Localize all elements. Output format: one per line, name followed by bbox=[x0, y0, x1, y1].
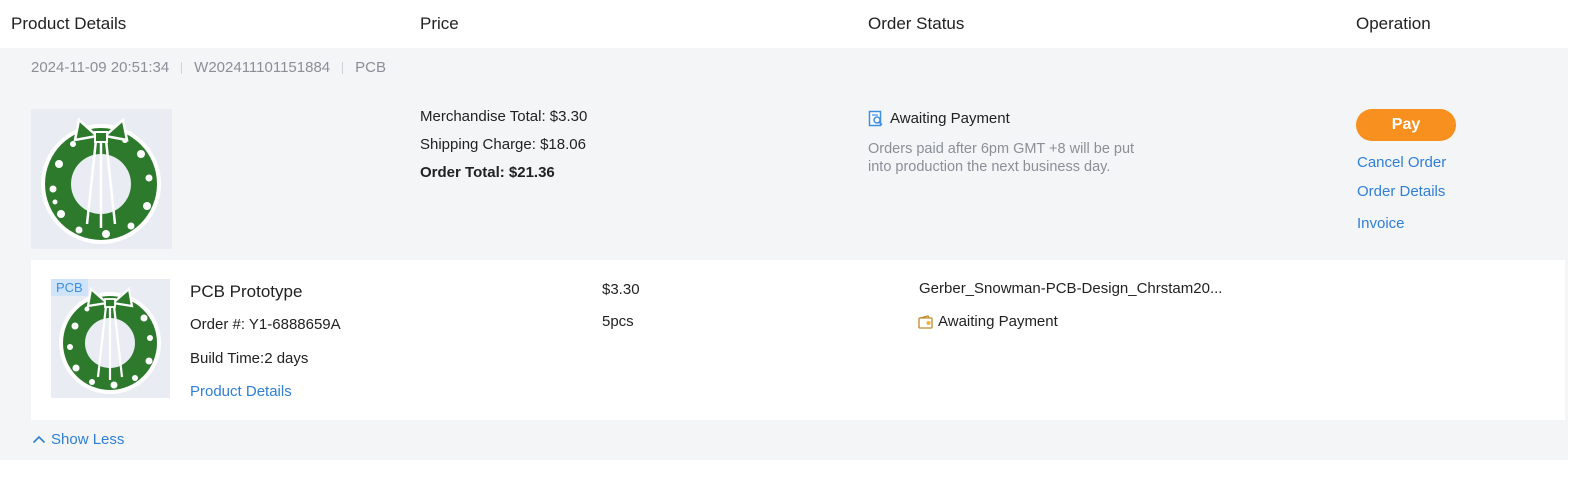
pcb-wreath-image bbox=[41, 117, 161, 244]
column-operation: Operation bbox=[1356, 14, 1431, 33]
column-product-details: Product Details bbox=[11, 14, 127, 33]
status-note: Orders paid after 6pm GMT +8 will be put… bbox=[868, 141, 1135, 175]
shipping-charge: Shipping Charge: $18.06 bbox=[420, 136, 586, 153]
column-order-status: Order Status bbox=[868, 14, 965, 33]
product-details-link[interactable]: Product Details bbox=[190, 383, 292, 400]
chevron-up-icon bbox=[32, 435, 46, 444]
item-build-time: Build Time:2 days bbox=[190, 350, 309, 367]
product-thumbnail[interactable] bbox=[31, 109, 172, 249]
order-card: 2024-11-09 20:51:34 W202411101151884 PCB bbox=[0, 48, 1568, 460]
show-less-toggle[interactable]: Show Less bbox=[32, 431, 124, 448]
pcb-tag: PCB bbox=[51, 279, 88, 296]
status-label: Awaiting Payment bbox=[890, 109, 1010, 127]
order-type: PCB bbox=[355, 59, 386, 76]
item-title: PCB Prototype bbox=[190, 282, 303, 301]
order-datetime: 2024-11-09 20:51:34 bbox=[31, 59, 170, 76]
cancel-order-link[interactable]: Cancel Order bbox=[1357, 154, 1446, 171]
meta-divider bbox=[181, 61, 183, 74]
merchandise-total: Merchandise Total: $3.30 bbox=[420, 108, 588, 125]
item-status-label: Awaiting Payment bbox=[938, 313, 1058, 330]
meta-divider bbox=[342, 61, 344, 74]
order-meta: 2024-11-09 20:51:34 W202411101151884 PCB bbox=[31, 59, 386, 76]
item-file-name: Gerber_Snowman-PCB-Design_Chrstam20... bbox=[919, 280, 1223, 297]
item-price: $3.30 bbox=[602, 281, 640, 298]
order-status: Awaiting Payment Orders paid after 6pm G… bbox=[868, 108, 1138, 176]
pcb-wreath-image bbox=[59, 286, 161, 394]
order-item: PCB PCB Prototype Order #: Y1-6888659A B… bbox=[31, 260, 1565, 420]
wallet-icon bbox=[918, 314, 933, 329]
item-thumbnail[interactable]: PCB bbox=[51, 279, 170, 398]
order-id: W202411101151884 bbox=[194, 59, 331, 76]
item-status: Awaiting Payment bbox=[918, 313, 1058, 330]
item-order-number: Order #: Y1-6888659A bbox=[190, 316, 341, 333]
item-quantity: 5pcs bbox=[602, 313, 634, 330]
pay-button[interactable]: Pay bbox=[1356, 109, 1456, 141]
price-summary: Merchandise Total: $3.30 Shipping Charge… bbox=[420, 108, 587, 192]
show-less-label: Show Less bbox=[51, 431, 125, 448]
order-total: Order Total: $21.36 bbox=[420, 164, 555, 181]
order-details-link[interactable]: Order Details bbox=[1357, 183, 1445, 200]
invoice-link[interactable]: Invoice bbox=[1357, 215, 1405, 232]
order-operations: Pay Cancel Order Order Details Invoice bbox=[1356, 109, 1506, 232]
table-header: Product Details Price Order Status Opera… bbox=[0, 0, 1578, 48]
column-price: Price bbox=[420, 14, 459, 33]
search-document-icon bbox=[868, 110, 884, 127]
